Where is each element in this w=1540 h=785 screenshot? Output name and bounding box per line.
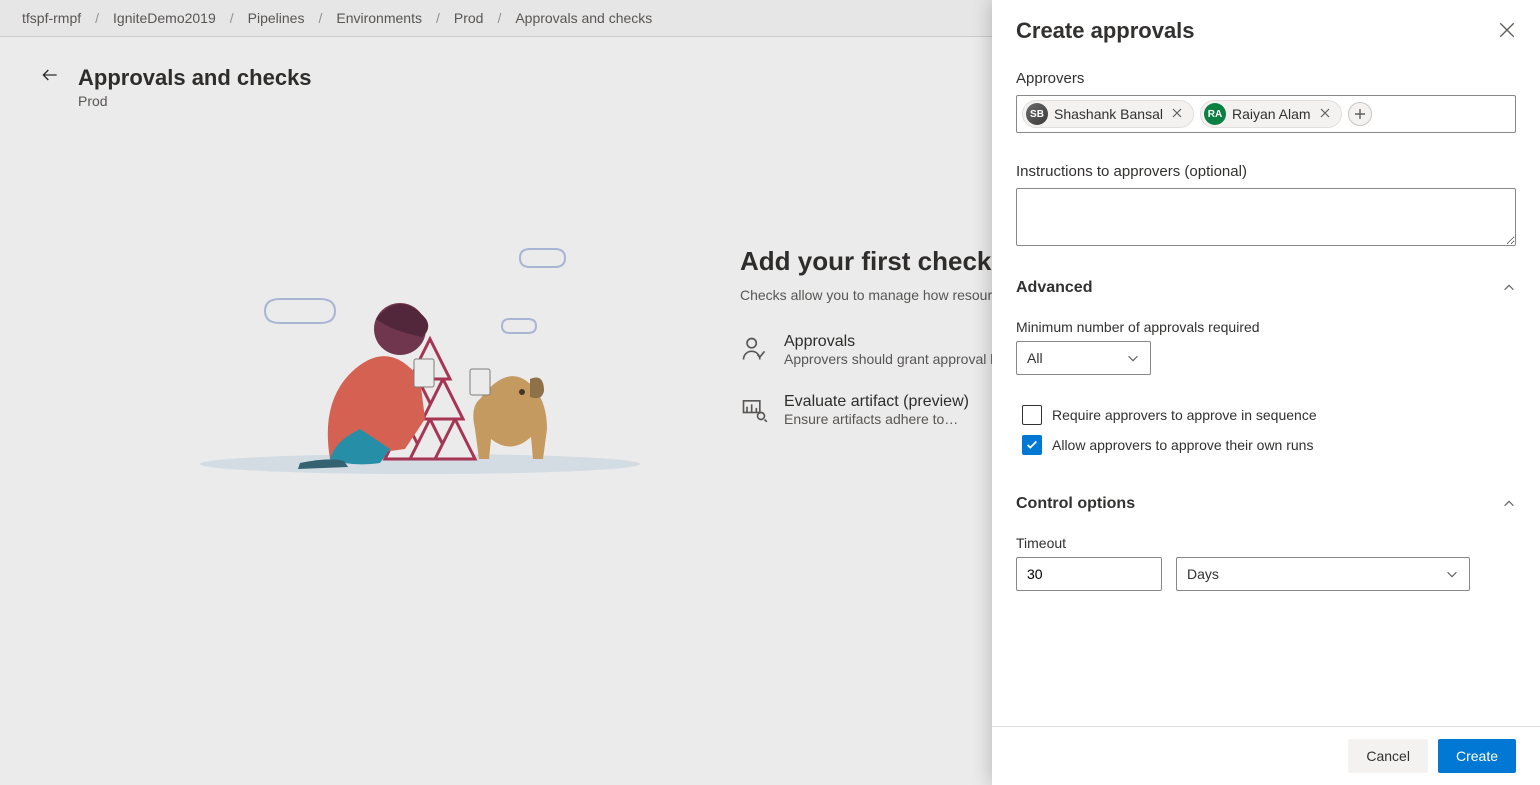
min-approvals-label: Minimum number of approvals required <box>1016 319 1516 335</box>
control-options-toggle[interactable]: Control options <box>1016 495 1516 513</box>
instructions-input[interactable] <box>1016 188 1516 246</box>
cb-own-row[interactable]: Allow approvers to approve their own run… <box>1022 435 1516 455</box>
add-approver-icon[interactable] <box>1348 102 1372 126</box>
timeout-value-input[interactable] <box>1016 557 1162 591</box>
cb-own-label: Allow approvers to approve their own run… <box>1052 437 1313 453</box>
panel-footer: Cancel Create <box>992 726 1540 785</box>
chevron-up-icon <box>1502 281 1516 295</box>
remove-approver-icon[interactable] <box>1317 106 1333 122</box>
approver-name: Shashank Bansal <box>1054 106 1163 122</box>
timeout-label: Timeout <box>1016 535 1516 551</box>
create-approvals-panel: Create approvals Approvers SB Shashank B… <box>992 0 1540 785</box>
timeout-unit-select[interactable]: Days <box>1176 557 1470 591</box>
checkbox-unchecked-icon[interactable] <box>1022 405 1042 425</box>
chevron-down-icon <box>1126 351 1140 365</box>
instructions-label: Instructions to approvers (optional) <box>1016 163 1516 180</box>
control-options-label: Control options <box>1016 495 1135 513</box>
approver-name: Raiyan Alam <box>1232 106 1311 122</box>
approver-chip: RA Raiyan Alam <box>1200 100 1342 128</box>
remove-approver-icon[interactable] <box>1169 106 1185 122</box>
close-icon[interactable] <box>1498 21 1516 42</box>
avatar: RA <box>1204 103 1226 125</box>
panel-title: Create approvals <box>1016 18 1195 44</box>
cb-sequence-row[interactable]: Require approvers to approve in sequence <box>1022 405 1516 425</box>
avatar: SB <box>1026 103 1048 125</box>
cancel-button[interactable]: Cancel <box>1348 739 1428 773</box>
approver-chip: SB Shashank Bansal <box>1022 100 1194 128</box>
chevron-up-icon <box>1502 497 1516 511</box>
checkbox-checked-icon[interactable] <box>1022 435 1042 455</box>
min-approvals-select[interactable]: All <box>1016 341 1151 375</box>
cb-sequence-label: Require approvers to approve in sequence <box>1052 407 1317 423</box>
approvers-label: Approvers <box>1016 70 1516 87</box>
timeout-unit-value: Days <box>1187 566 1219 582</box>
advanced-label: Advanced <box>1016 279 1092 297</box>
chevron-down-icon <box>1445 567 1459 581</box>
min-approvals-value: All <box>1027 350 1043 366</box>
approvers-field[interactable]: SB Shashank Bansal RA Raiyan Alam <box>1016 95 1516 133</box>
create-button[interactable]: Create <box>1438 739 1516 773</box>
advanced-toggle[interactable]: Advanced <box>1016 279 1516 297</box>
